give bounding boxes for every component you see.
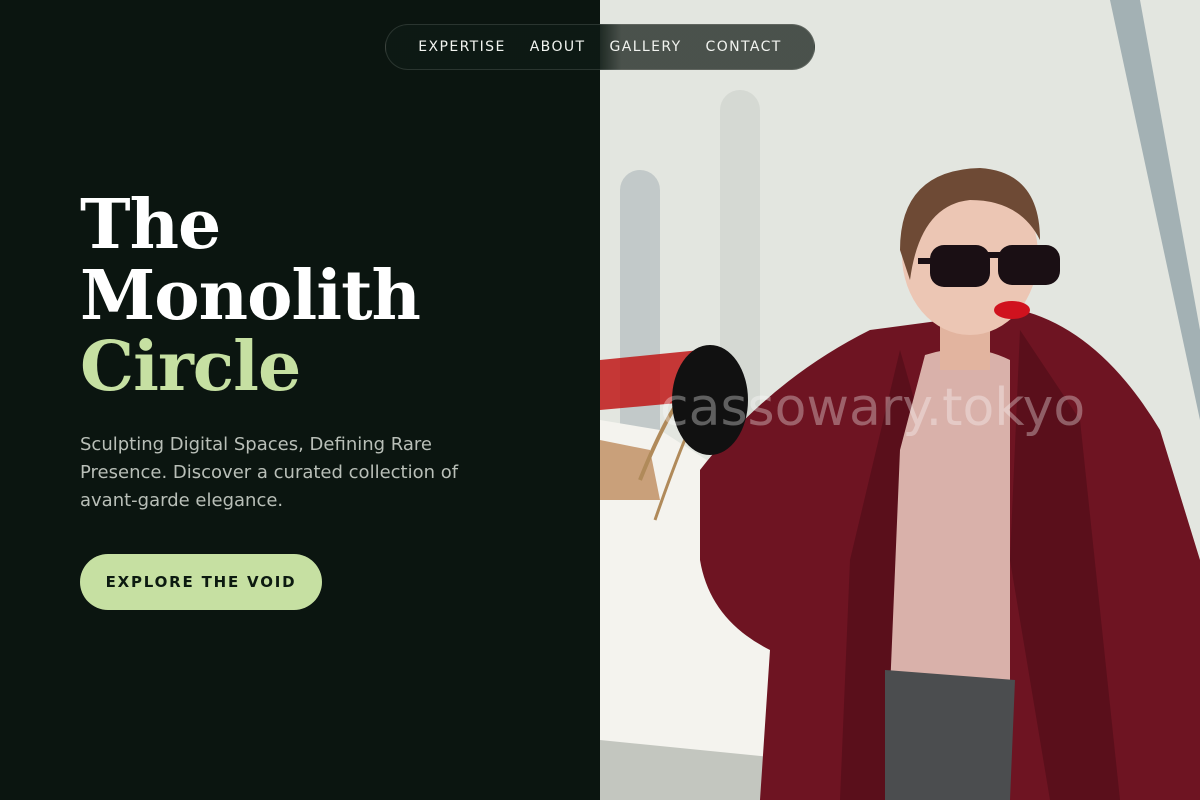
hero-title: The Monolith Circle: [80, 190, 580, 403]
top-navigation: EXPERTISE ABOUT GALLERY CONTACT: [385, 24, 815, 70]
watermark-text: cassowary.tokyo: [660, 378, 1086, 438]
nav-item-about[interactable]: ABOUT: [530, 39, 586, 55]
hero-title-line-2: Monolith: [80, 256, 421, 336]
nav-item-expertise[interactable]: EXPERTISE: [418, 39, 505, 55]
nav-item-gallery[interactable]: GALLERY: [609, 39, 681, 55]
hero-subtitle: Sculpting Digital Spaces, Defining Rare …: [80, 434, 459, 511]
hero-title-line-3: Circle: [80, 327, 301, 407]
nav-item-contact[interactable]: CONTACT: [706, 39, 782, 55]
explore-the-void-button[interactable]: EXPLORE THE VOID: [80, 554, 322, 610]
hero-title-line-1: The: [80, 185, 221, 265]
